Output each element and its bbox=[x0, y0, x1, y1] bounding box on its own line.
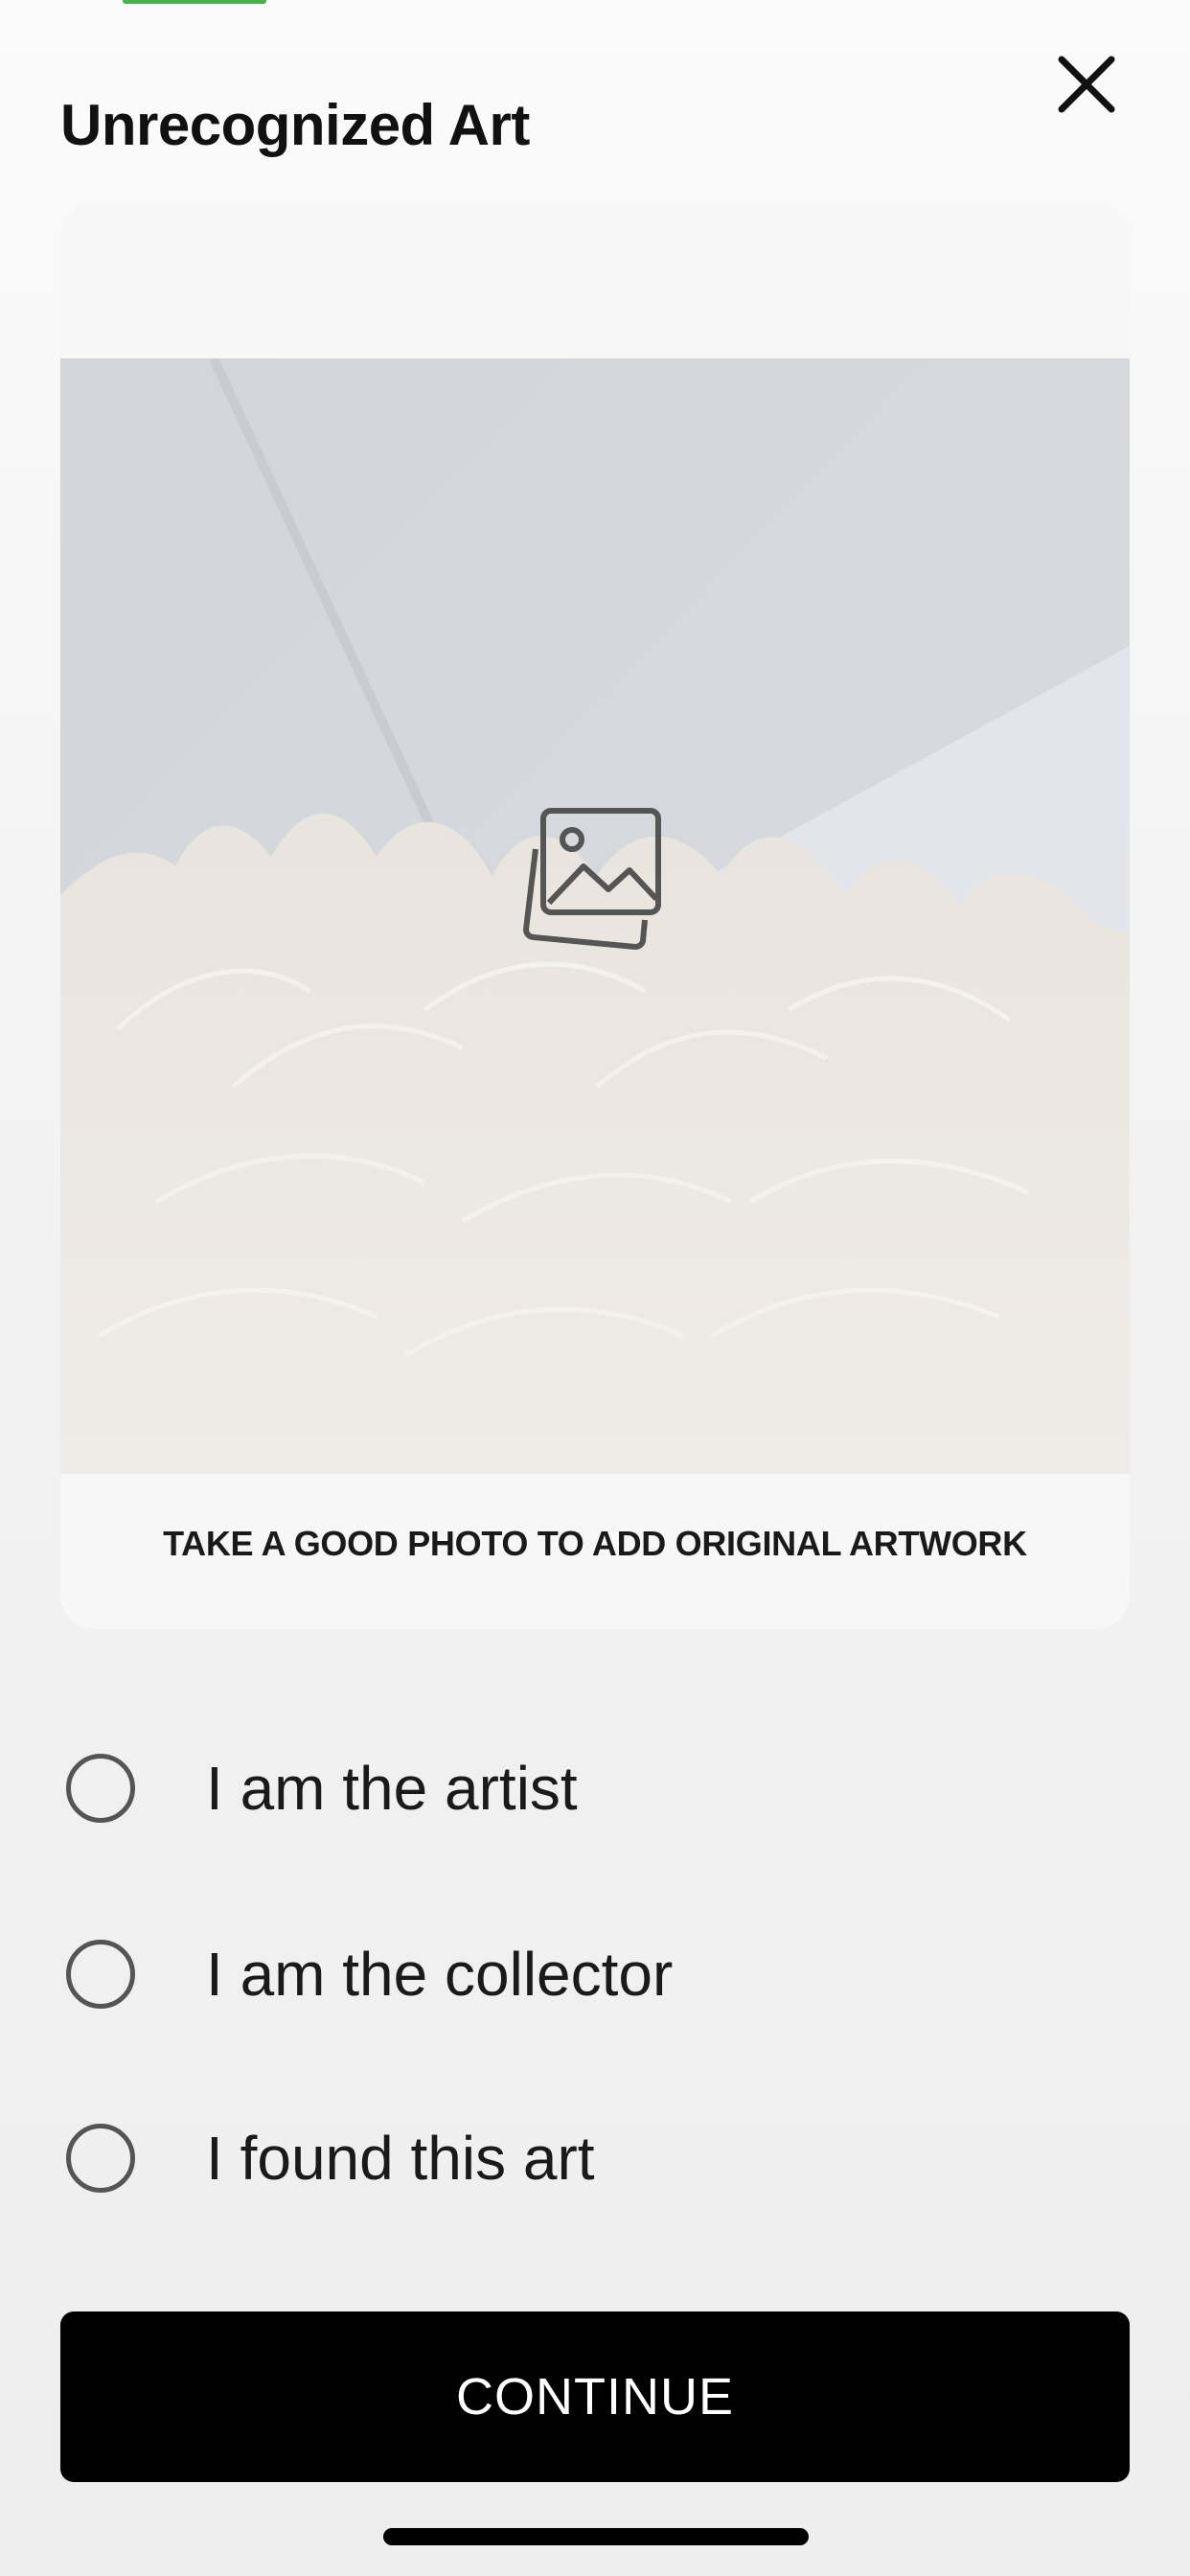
option-label: I am the artist bbox=[206, 1754, 578, 1823]
radio-button[interactable] bbox=[66, 1940, 135, 2009]
home-indicator bbox=[383, 2528, 809, 2545]
continue-button[interactable]: CONTINUE bbox=[60, 2312, 1130, 2482]
option-label: I found this art bbox=[206, 2124, 595, 2193]
close-button[interactable] bbox=[1046, 44, 1127, 125]
photo-card[interactable]: TAKE A GOOD PHOTO TO ADD ORIGINAL ARTWOR… bbox=[60, 201, 1130, 1629]
image-gallery-icon bbox=[516, 807, 674, 964]
option-artist[interactable]: I am the artist bbox=[60, 1731, 1130, 1846]
radio-button[interactable] bbox=[66, 1754, 135, 1823]
status-bar-accent bbox=[123, 0, 266, 4]
close-icon bbox=[1058, 56, 1115, 113]
option-found[interactable]: I found this art bbox=[60, 2101, 1130, 2216]
artwork-photo[interactable] bbox=[60, 358, 1130, 1474]
radio-button[interactable] bbox=[66, 2124, 135, 2193]
option-collector[interactable]: I am the collector bbox=[60, 1917, 1130, 2032]
photo-caption: TAKE A GOOD PHOTO TO ADD ORIGINAL ARTWOR… bbox=[163, 1524, 1027, 1563]
continue-label: CONTINUE bbox=[456, 2368, 734, 2426]
option-label: I am the collector bbox=[206, 1940, 674, 2009]
page-title: Unrecognized Art bbox=[60, 93, 530, 157]
